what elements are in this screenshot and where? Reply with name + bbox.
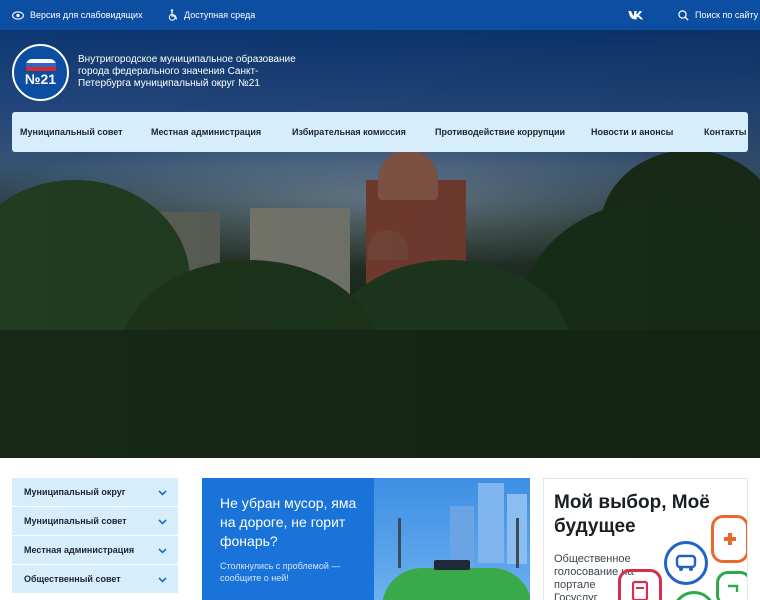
accessible-environment-link[interactable]: Доступная среда	[168, 0, 255, 30]
top-bar: Версия для слабовидящих Доступная среда …	[0, 0, 760, 30]
sidebar-item-public-council[interactable]: Общественный совет	[12, 565, 178, 594]
faucet-icon	[716, 571, 747, 600]
sidebar-item-label: Муниципальный округ	[24, 487, 126, 497]
banner-headline: Не убран мусор, яма на дороге, не горит …	[220, 495, 357, 549]
sidebar-item-label: Общественный совет	[24, 574, 121, 584]
sidebar-item-municipal-council[interactable]: Муниципальный совет	[12, 507, 178, 536]
chevron-down-icon	[158, 517, 167, 525]
accessible-environment-label: Доступная среда	[184, 10, 256, 20]
logo-number: №21	[24, 71, 57, 87]
eye-icon	[12, 10, 24, 20]
nav-item-municipal-council[interactable]: Муниципальный совет	[20, 112, 123, 152]
site-logo[interactable]: №21	[12, 44, 69, 101]
park-icon	[672, 591, 716, 600]
site-search-link[interactable]: Поиск по сайту	[678, 0, 758, 30]
nav-item-anti-corruption[interactable]: Противодействие коррупции	[435, 112, 565, 152]
flag-icon	[25, 59, 56, 71]
sidebar-item-label: Муниципальный совет	[24, 516, 127, 526]
search-icon	[678, 9, 689, 21]
bench-icon	[434, 560, 470, 570]
banner-subtext: Столкнулись с проблемой — сообщите о ней…	[220, 561, 341, 583]
site-search-label: Поиск по сайту	[695, 10, 759, 20]
report-problem-banner[interactable]: Не убран мусор, яма на дороге, не горит …	[202, 478, 530, 600]
site-title: Внутригородское муниципальное образовани…	[78, 54, 296, 89]
sidebar-menu: Муниципальный округ Муниципальный совет …	[12, 478, 178, 594]
nav-item-contacts[interactable]: Контакты	[704, 112, 746, 152]
nav-item-local-administration[interactable]: Местная администрация	[151, 112, 261, 152]
wheelchair-icon	[168, 9, 178, 21]
vk-link[interactable]	[628, 0, 644, 30]
sidebar-item-label: Местная администрация	[24, 545, 135, 555]
low-vision-label: Версия для слабовидящих	[30, 10, 143, 20]
low-vision-version-link[interactable]: Версия для слабовидящих	[12, 0, 143, 30]
main-navigation: Муниципальный совет Местная администраци…	[12, 112, 748, 152]
nav-item-election-commission[interactable]: Избирательная комиссия	[292, 112, 406, 152]
nav-item-news[interactable]: Новости и анонсы	[591, 112, 673, 152]
public-voting-banner[interactable]: Мой выбор, Моё будущее Общественное голо…	[543, 478, 748, 600]
sidebar-item-local-administration[interactable]: Местная администрация	[12, 536, 178, 565]
vk-icon	[628, 10, 644, 20]
sidebar-item-municipal-district[interactable]: Муниципальный округ	[12, 478, 178, 507]
medical-icon	[711, 515, 747, 563]
chevron-down-icon	[158, 575, 167, 583]
chevron-down-icon	[158, 546, 167, 554]
document-icon	[618, 569, 662, 600]
chevron-down-icon	[158, 488, 167, 496]
bus-icon	[664, 541, 708, 585]
hero-image	[0, 30, 760, 458]
